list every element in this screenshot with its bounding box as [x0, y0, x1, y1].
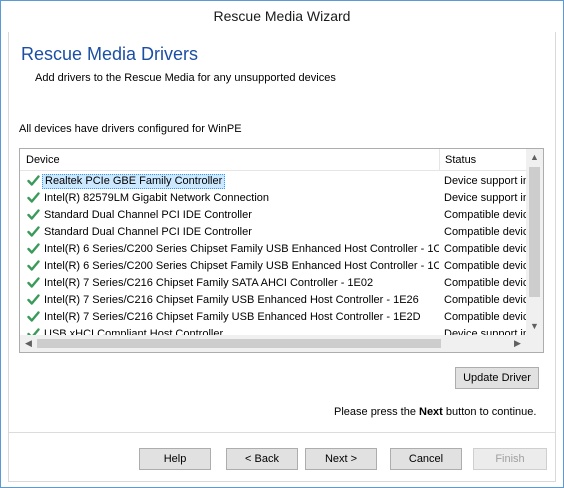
continue-instruction: Please press the Next button to continue… [334, 406, 536, 418]
finish-button[interactable]: Finish [473, 448, 547, 470]
check-icon [27, 293, 40, 306]
check-icon [27, 242, 40, 255]
device-name: Intel(R) 6 Series/C200 Series Chipset Fa… [44, 260, 439, 272]
device-list[interactable]: Device Status Realtek PCIe GBE Family Co… [19, 148, 544, 353]
wizard-window: Rescue Media Wizard Rescue Media Drivers… [0, 0, 564, 488]
device-row[interactable]: Intel(R) 82579LM Gigabit Network Connect… [20, 190, 526, 207]
device-status: Device support in [444, 328, 526, 335]
scroll-down-icon[interactable]: ▼ [526, 318, 543, 335]
instruction-suffix: button to continue. [445, 406, 537, 418]
device-status: Compatible devic [444, 226, 526, 238]
back-button[interactable]: < Back [226, 448, 298, 470]
footer-divider [9, 432, 555, 433]
check-icon [27, 327, 40, 335]
page-title: Rescue Media Drivers [21, 44, 199, 64]
page-subtitle: Add drivers to the Rescue Media for any … [35, 72, 336, 84]
device-name: Intel(R) 7 Series/C216 Chipset Family US… [44, 311, 421, 323]
scrollbar-corner [526, 335, 543, 352]
column-divider[interactable] [439, 149, 440, 171]
vertical-scrollbar[interactable]: ▲ ▼ [526, 149, 543, 335]
device-row[interactable]: USB xHCI Compliant Host Controller Device… [20, 326, 526, 335]
device-row[interactable]: Intel(R) 7 Series/C216 Chipset Family SA… [20, 275, 526, 292]
check-icon [27, 276, 40, 289]
device-name: USB xHCI Compliant Host Controller [44, 328, 224, 335]
instruction-emphasis: Next [419, 406, 443, 418]
vertical-scroll-thumb[interactable] [529, 167, 540, 297]
driver-status-message: All devices have drivers configured for … [19, 123, 242, 135]
device-list-header: Device Status [20, 149, 526, 171]
device-row[interactable]: Standard Dual Channel PCI IDE Controller… [20, 207, 526, 224]
device-name: Standard Dual Channel PCI IDE Controller [44, 226, 252, 238]
device-list-rows: Realtek PCIe GBE Family Controller Device… [20, 173, 526, 335]
scroll-up-icon[interactable]: ▲ [526, 149, 543, 166]
column-header-device[interactable]: Device [26, 154, 60, 166]
check-icon [27, 208, 40, 221]
check-icon [27, 191, 40, 204]
device-status: Device support in [444, 192, 526, 204]
wizard-content: Rescue Media Drivers Add drivers to the … [8, 32, 556, 482]
device-row[interactable]: Intel(R) 7 Series/C216 Chipset Family US… [20, 292, 526, 309]
check-icon [27, 225, 40, 238]
device-name: Intel(R) 7 Series/C216 Chipset Family SA… [44, 277, 374, 289]
scroll-right-icon[interactable]: ▶ [509, 335, 526, 352]
device-row[interactable]: Realtek PCIe GBE Family Controller Device… [20, 173, 526, 190]
horizontal-scrollbar[interactable]: ◀ ▶ [20, 335, 526, 352]
device-status: Compatible devic [444, 260, 526, 272]
device-name: Intel(R) 82579LM Gigabit Network Connect… [44, 192, 270, 204]
device-row[interactable]: Intel(R) 7 Series/C216 Chipset Family US… [20, 309, 526, 326]
next-button[interactable]: Next > [305, 448, 377, 470]
device-status: Compatible devic [444, 277, 526, 289]
device-status: Compatible devic [444, 243, 526, 255]
horizontal-scroll-thumb[interactable] [37, 339, 441, 348]
update-driver-button[interactable]: Update Driver [455, 367, 539, 389]
check-icon [27, 259, 40, 272]
device-status: Compatible devic [444, 311, 526, 323]
cancel-button[interactable]: Cancel [390, 448, 462, 470]
device-row[interactable]: Intel(R) 6 Series/C200 Series Chipset Fa… [20, 258, 526, 275]
column-header-status[interactable]: Status [445, 154, 476, 166]
device-status: Compatible devic [444, 294, 526, 306]
device-name: Intel(R) 7 Series/C216 Chipset Family US… [44, 294, 419, 306]
scroll-left-icon[interactable]: ◀ [20, 335, 37, 352]
device-status: Device support in [444, 175, 526, 187]
device-status: Compatible devic [444, 209, 526, 221]
device-row[interactable]: Intel(R) 6 Series/C200 Series Chipset Fa… [20, 241, 526, 258]
check-icon [27, 174, 40, 187]
device-name: Realtek PCIe GBE Family Controller [42, 174, 226, 189]
device-row[interactable]: Standard Dual Channel PCI IDE Controller… [20, 224, 526, 241]
device-name: Standard Dual Channel PCI IDE Controller [44, 209, 252, 221]
instruction-prefix: Please press the [334, 406, 416, 418]
device-name: Intel(R) 6 Series/C200 Series Chipset Fa… [44, 243, 439, 255]
check-icon [27, 310, 40, 323]
help-button[interactable]: Help [139, 448, 211, 470]
window-title: Rescue Media Wizard [1, 1, 563, 32]
